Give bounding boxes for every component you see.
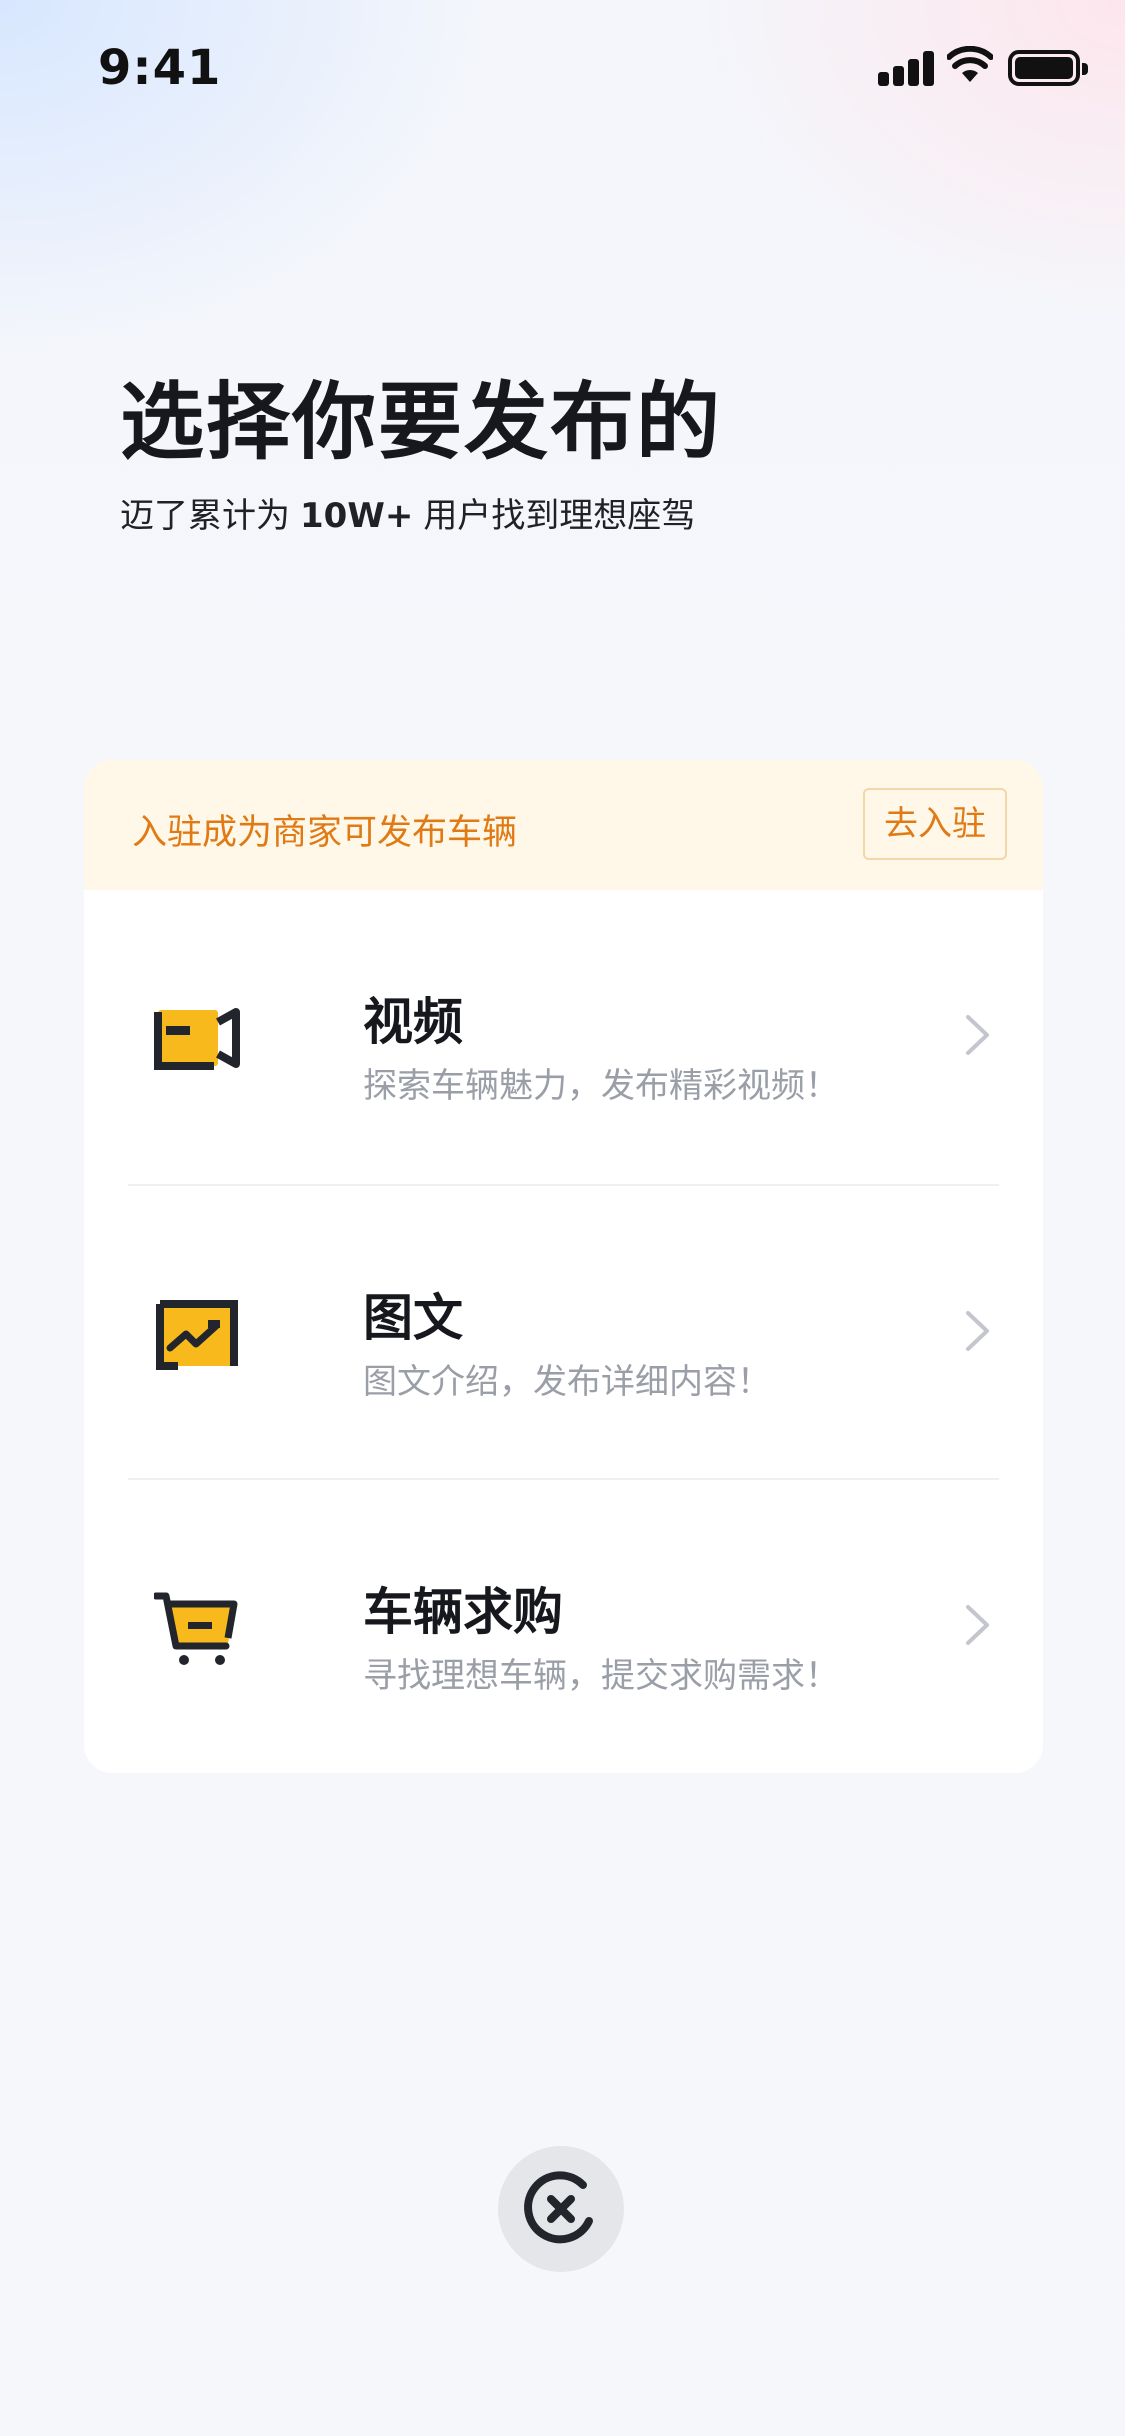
option-description: 图文介绍，发布详细内容！ (363, 1362, 771, 1402)
option-video[interactable]: 视频 探索车辆魅力，发布精彩视频！ (128, 890, 999, 1184)
option-description: 探索车辆魅力，发布精彩视频！ (363, 1066, 839, 1106)
option-description: 寻找理想车辆，提交求购需求！ (363, 1656, 839, 1696)
chevron-right-icon (966, 1605, 989, 1645)
merchant-banner-text: 入驻成为商家可发布车辆 (132, 813, 518, 853)
join-merchant-button[interactable]: 去入驻 (863, 788, 1007, 860)
option-title: 视频 (363, 993, 463, 1051)
option-title: 图文 (363, 1289, 463, 1347)
subtitle-highlight: 10W+ (300, 496, 414, 536)
page-title: 选择你要发布的 (120, 373, 723, 471)
chevron-right-icon (966, 1015, 989, 1055)
cellular-signal-icon (878, 50, 934, 86)
page-subtitle: 迈了累计为 10W+ 用户找到理想座驾 (120, 488, 695, 537)
image-text-icon (156, 1300, 238, 1370)
option-purchase-request[interactable]: 车辆求购 寻找理想车辆，提交求购需求！ (128, 1478, 999, 1772)
battery-icon (1008, 50, 1088, 86)
subtitle-prefix: 迈了累计为 (120, 496, 290, 536)
publish-options-card: 入驻成为商家可发布车辆 去入驻 视频 探索车辆魅力，发布精彩视频！ 图文 图文介… (84, 760, 1043, 1773)
shopping-cart-icon (154, 1592, 238, 1665)
video-camera-icon (154, 1008, 240, 1070)
status-bar: 9:41 (0, 0, 1125, 140)
wifi-icon (947, 46, 993, 82)
merchant-banner: 入驻成为商家可发布车辆 去入驻 (84, 760, 1043, 890)
status-time: 9:41 (98, 40, 222, 96)
option-image-text[interactable]: 图文 图文介绍，发布详细内容！ (128, 1184, 999, 1478)
chevron-right-icon (966, 1311, 989, 1351)
close-button[interactable] (498, 2146, 624, 2272)
option-title: 车辆求购 (363, 1583, 563, 1641)
close-circle-icon (524, 2171, 593, 2244)
subtitle-suffix: 用户找到理想座驾 (423, 496, 696, 536)
